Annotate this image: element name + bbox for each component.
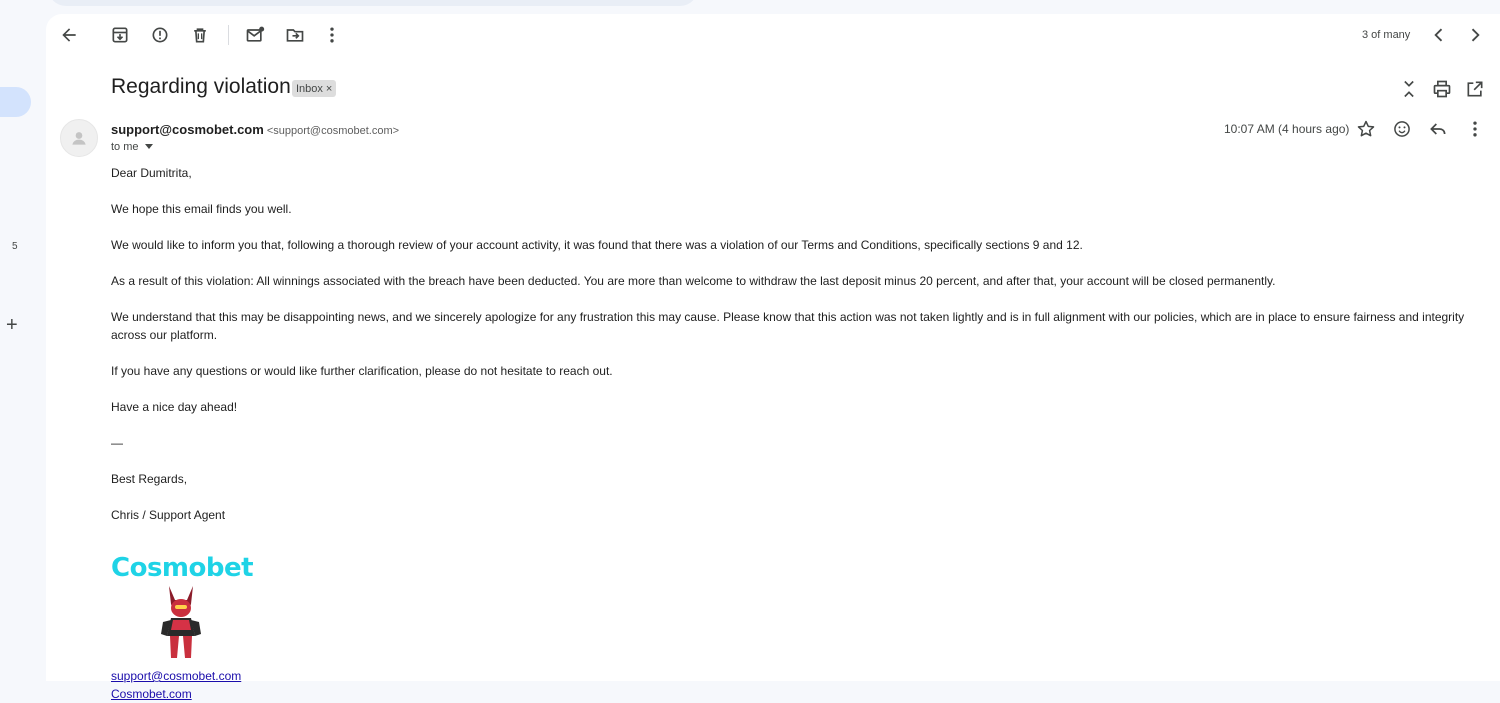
collapse-all-button[interactable] bbox=[1393, 73, 1425, 105]
logo-text: Cosmobet bbox=[111, 553, 254, 583]
delete-button[interactable] bbox=[184, 19, 216, 51]
support-email-link[interactable]: support@cosmobet.com bbox=[111, 667, 1466, 685]
email-subject: Regarding violation bbox=[111, 75, 291, 98]
delete-icon bbox=[194, 28, 206, 43]
print-button[interactable] bbox=[1426, 73, 1458, 105]
report-spam-icon bbox=[152, 27, 168, 43]
open-new-window-button[interactable] bbox=[1459, 73, 1491, 105]
message-body: Dear Dumitrita, We hope this email finds… bbox=[111, 164, 1466, 703]
back-button[interactable] bbox=[53, 19, 85, 51]
emoji-icon bbox=[1394, 121, 1410, 137]
search-bar[interactable] bbox=[48, 0, 698, 6]
sender-name[interactable]: support@cosmobet.com bbox=[111, 122, 264, 137]
newer-button[interactable] bbox=[1423, 19, 1455, 51]
label-text: Inbox bbox=[296, 82, 323, 95]
signature-regards: Best Regards, bbox=[111, 472, 188, 486]
cosmobet-logo: Cosmobet bbox=[111, 554, 261, 667]
caret-down-icon bbox=[144, 144, 153, 149]
signature-dash: — bbox=[111, 436, 123, 450]
sender-line: support@cosmobet.com <support@cosmobet.co… bbox=[111, 122, 399, 137]
star-icon bbox=[1357, 120, 1375, 137]
older-button[interactable] bbox=[1459, 19, 1491, 51]
move-to-button[interactable] bbox=[279, 19, 311, 51]
report-spam-button[interactable] bbox=[144, 19, 176, 51]
more-vert-icon bbox=[330, 27, 334, 43]
more-options-button[interactable] bbox=[316, 19, 348, 51]
arrow-back-icon bbox=[62, 28, 76, 42]
recipient-details[interactable]: to me bbox=[111, 141, 153, 153]
reply-button[interactable] bbox=[1422, 113, 1454, 145]
toolbar-divider bbox=[228, 25, 229, 45]
mark-unread-button[interactable] bbox=[239, 19, 271, 51]
chevron-left-icon bbox=[1434, 28, 1443, 42]
website-link[interactable]: Cosmobet.com bbox=[111, 685, 1466, 703]
inbox-label-chip[interactable]: Inbox × bbox=[292, 80, 337, 97]
collapse-icon bbox=[1404, 80, 1414, 98]
add-reaction-button[interactable] bbox=[1386, 113, 1418, 145]
left-rail: 5 + bbox=[0, 0, 46, 681]
sender-avatar[interactable] bbox=[60, 119, 98, 157]
body-paragraph: As a result of this violation: All winni… bbox=[111, 274, 1276, 288]
add-label-icon[interactable]: + bbox=[6, 314, 18, 336]
body-paragraph: We understand that this may be disappoin… bbox=[111, 310, 1465, 342]
body-paragraph: Have a nice day ahead! bbox=[111, 400, 238, 414]
move-to-icon bbox=[286, 29, 304, 42]
pagination-text: 3 of many bbox=[1362, 29, 1411, 41]
print-icon bbox=[1433, 80, 1451, 98]
message-panel: 3 of many Regarding violation Inbox × su… bbox=[46, 14, 1500, 701]
mascot-image bbox=[161, 586, 201, 658]
reply-icon bbox=[1430, 123, 1446, 135]
body-paragraph: We hope this email finds you well. bbox=[111, 202, 292, 216]
greeting: Dear Dumitrita, bbox=[111, 166, 192, 180]
body-paragraph: If you have any questions or would like … bbox=[111, 364, 613, 378]
archive-icon bbox=[112, 27, 128, 43]
nav-count: 5 bbox=[12, 241, 18, 252]
selected-nav-item[interactable] bbox=[0, 87, 31, 117]
signature-agent: Chris / Support Agent bbox=[111, 508, 226, 522]
open-in-new-icon bbox=[1467, 81, 1483, 97]
remove-label-button[interactable]: × bbox=[326, 83, 332, 95]
message-more-button[interactable] bbox=[1459, 113, 1491, 145]
more-vert-icon bbox=[1473, 121, 1477, 137]
recipient-text: to me bbox=[111, 141, 139, 153]
mark-unread-icon bbox=[246, 26, 265, 42]
archive-button[interactable] bbox=[104, 19, 136, 51]
star-button[interactable] bbox=[1350, 113, 1382, 145]
sender-address: <support@cosmobet.com> bbox=[266, 125, 400, 137]
person-icon bbox=[72, 132, 86, 145]
message-timestamp: 10:07 AM (4 hours ago) bbox=[1224, 122, 1350, 136]
chevron-right-icon bbox=[1471, 28, 1480, 42]
body-paragraph: We would like to inform you that, follow… bbox=[111, 238, 1083, 252]
